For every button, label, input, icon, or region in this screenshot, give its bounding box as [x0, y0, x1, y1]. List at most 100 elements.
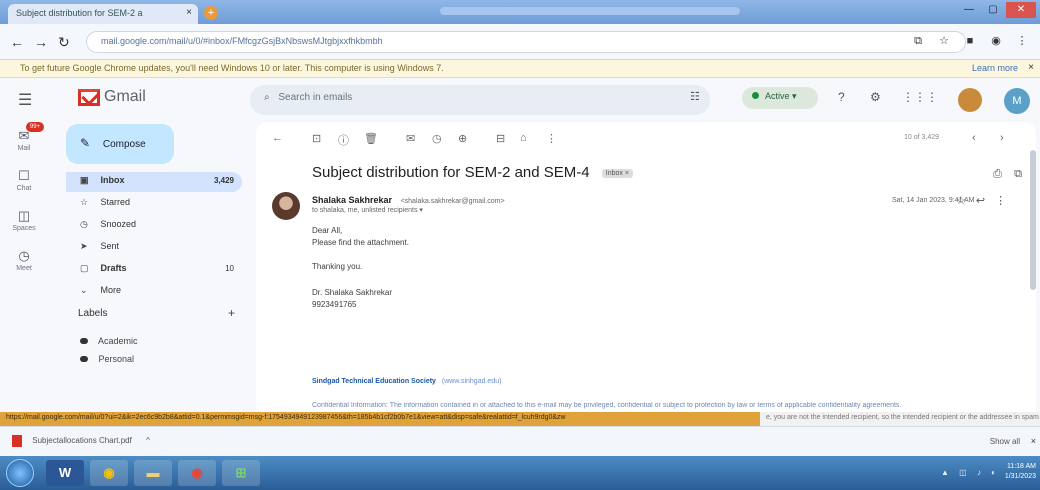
chrome-window-icon[interactable]: ◉ — [178, 460, 216, 486]
email-subject: Subject distribution for SEM-2 and SEM-4… — [312, 164, 633, 181]
more-options-icon[interactable]: ⋮ — [546, 132, 557, 145]
archive-icon[interactable]: ⊡ — [312, 132, 321, 145]
browser-toolbar-icons: ⧉ ☆ ■ ◉ ⋮ — [910, 33, 1030, 49]
browser-menu-icon[interactable]: ⋮ — [1014, 33, 1030, 49]
search-input[interactable]: ⌕ Search in emails — [250, 85, 710, 115]
start-button[interactable] — [6, 459, 34, 487]
subject-actions: ⎙ ⧉ — [993, 168, 1022, 181]
settings-icon[interactable]: ⚙ — [870, 90, 881, 104]
main-menu-icon[interactable]: ☰ — [18, 90, 32, 110]
back-to-inbox-icon[interactable]: ← — [272, 132, 283, 144]
infobar-close-icon[interactable]: × — [1028, 62, 1034, 73]
status-selector[interactable]: Active ▾ — [742, 87, 818, 109]
pdf-file-icon — [12, 435, 22, 447]
folder-inbox[interactable]: ▣ Inbox 3,429 — [66, 172, 242, 192]
apps-grid-icon[interactable]: ⋮⋮⋮ — [902, 90, 938, 104]
clock[interactable]: 11:18 AM 1/31/2023 — [1005, 462, 1036, 482]
extensions-icon[interactable]: ⧉ — [910, 33, 926, 49]
move-to-icon[interactable]: ⊟ — [496, 132, 505, 145]
browser-tab[interactable]: Subject distribution for SEM-2 a × — [8, 4, 198, 24]
status-label: Active — [765, 91, 790, 101]
sender-name[interactable]: Shalaka Sakhrekar — [312, 195, 392, 205]
download-item[interactable]: Subjectallocations Chart.pdf ^ — [12, 435, 150, 447]
update-infobar: To get future Google Chrome updates, you… — [0, 60, 1040, 78]
folder-snoozed[interactable]: ◷ Snoozed — [66, 216, 242, 236]
add-task-icon[interactable]: ⊕ — [458, 132, 467, 145]
inbox-label-chip[interactable]: Inbox × — [601, 168, 633, 178]
folder-label: Inbox — [100, 175, 125, 185]
folder-label: Drafts — [100, 263, 127, 273]
folder-label: More — [100, 285, 122, 295]
address-bar[interactable]: mail.google.com/mail/u/0/#inbox/FMfcgzGs… — [86, 31, 966, 53]
bookmark-star-icon[interactable]: ☆ — [936, 33, 952, 49]
scrollbar[interactable] — [1030, 150, 1036, 290]
download-filename: Subjectallocations Chart.pdf — [32, 436, 132, 446]
star-icon: ☆ — [80, 197, 89, 207]
report-spam-icon[interactable]: ⓘ — [338, 132, 349, 148]
shelf-close-icon[interactable]: × — [1031, 436, 1036, 446]
folder-sent[interactable]: ➤ Sent — [66, 238, 242, 258]
tab-close-icon[interactable]: × — [186, 7, 192, 18]
label-icon — [80, 356, 88, 362]
rail-meet[interactable]: ◷ Meet — [0, 248, 48, 272]
more-icon[interactable]: ⋮ — [995, 195, 1016, 207]
profile-icon[interactable]: ◉ — [988, 33, 1004, 49]
label-tag-icon[interactable]: ⌂ — [520, 132, 527, 144]
rail-mail[interactable]: ✉ Mail 99+ — [0, 122, 48, 152]
forward-icon[interactable]: → — [34, 34, 48, 50]
add-label-icon[interactable]: + — [228, 306, 235, 320]
compose-button[interactable]: ✎ Compose — [66, 124, 174, 164]
new-tab-button[interactable]: + — [204, 6, 218, 20]
send-icon: ➤ — [80, 241, 88, 251]
maximize-icon[interactable]: ▢ — [982, 2, 1004, 18]
gmail-logo[interactable]: Gmail — [78, 88, 146, 106]
minimize-icon[interactable]: — — [958, 2, 980, 18]
chrome-app-icon[interactable]: ◉ — [90, 460, 128, 486]
snooze-icon[interactable]: ◷ — [432, 132, 442, 145]
rail-spaces[interactable]: ◫ Spaces — [0, 208, 48, 232]
show-all-button[interactable]: Show all — [990, 437, 1020, 446]
label-personal[interactable]: Personal — [80, 354, 134, 364]
mark-unread-icon[interactable]: ✉ — [406, 132, 415, 145]
window-icon[interactable]: ■ — [962, 33, 978, 49]
clock-time: 11:18 AM — [1006, 463, 1036, 470]
labels-heading: Labels — [78, 308, 108, 319]
search-options-icon[interactable]: ☷ — [690, 90, 700, 103]
chevron-down-icon: ▾ — [792, 91, 797, 101]
star-icon[interactable]: ☆ — [956, 195, 976, 207]
inbox-count: 3,429 — [213, 176, 234, 185]
window-close-icon[interactable]: ✕ — [1006, 2, 1036, 18]
status-url: https://mail.google.com/mail/u/0?ui=2&ik… — [0, 412, 760, 426]
sender-avatar[interactable] — [272, 192, 300, 220]
folder-drafts[interactable]: ▢ Drafts 10 — [66, 260, 242, 280]
chat-icon: ☐ — [18, 168, 30, 183]
reload-icon[interactable]: ↻ — [58, 34, 70, 51]
rail-chat[interactable]: ☐ Chat — [0, 168, 48, 192]
org-link[interactable]: (www.sinhgad.edu) — [442, 378, 502, 385]
label-name: Academic — [98, 336, 138, 346]
organization-logo[interactable] — [958, 88, 982, 112]
newer-icon[interactable]: ‹ — [972, 132, 976, 144]
search-icon[interactable]: ⌕ — [264, 92, 270, 103]
back-icon[interactable]: ← — [10, 34, 24, 50]
delete-icon[interactable]: 🗑 — [364, 132, 378, 145]
account-avatar[interactable]: M — [1004, 88, 1030, 114]
word-app-icon[interactable]: W — [46, 460, 84, 486]
active-dot-icon — [752, 92, 759, 99]
folder-starred[interactable]: ☆ Starred — [66, 194, 242, 214]
learn-more-link[interactable]: Learn more — [972, 63, 1018, 73]
system-tray[interactable]: ▲ ◫ ♪ ◐ — [941, 468, 1000, 477]
explorer-app-icon[interactable]: ▬ — [134, 460, 172, 486]
app-window-icon[interactable]: ⊞ — [222, 460, 260, 486]
open-new-window-icon[interactable]: ⧉ — [1014, 168, 1022, 180]
older-icon[interactable]: › — [1000, 132, 1004, 144]
windows-taskbar: W ◉ ▬ ◉ ⊞ ▲ ◫ ♪ ◐ 11:18 AM 1/31/2023 — [0, 456, 1040, 490]
label-academic[interactable]: Academic — [80, 336, 138, 346]
recipients[interactable]: to shalaka, me, unlisted recipients ▾ — [312, 206, 423, 214]
gmail-app: ☰ Gmail ⌕ Search in emails ☷ Active ▾ ? … — [0, 78, 1040, 412]
help-icon[interactable]: ? — [838, 90, 845, 104]
print-icon[interactable]: ⎙ — [993, 168, 1002, 180]
folder-more[interactable]: ⌄ More — [66, 282, 242, 302]
download-caret-icon[interactable]: ^ — [146, 436, 150, 445]
reply-icon[interactable]: ↩ — [976, 195, 995, 207]
